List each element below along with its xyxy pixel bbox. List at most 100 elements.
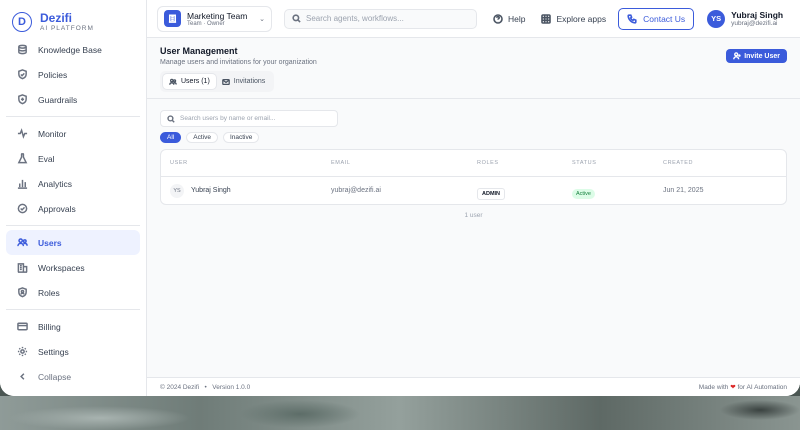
sidebar-item-label: Policies [38, 69, 68, 80]
page-header: User Management Manage users and invitat… [160, 45, 787, 66]
sidebar-item-label: Knowledge Base [38, 44, 102, 55]
sidebar-divider [6, 309, 140, 310]
current-user-email: yubraj@dezifi.ai [731, 20, 778, 27]
user-search[interactable] [160, 110, 338, 127]
column-header-roles[interactable]: ROLES [477, 160, 572, 166]
users-icon [169, 78, 177, 85]
collapse-sidebar-button[interactable]: Collapse [6, 364, 140, 389]
chevron-left-icon [20, 373, 25, 380]
current-user-name: Yubraj Singh [731, 10, 784, 20]
copyright: © 2024 Dezifi [160, 383, 200, 391]
filter-inactive[interactable]: Inactive [222, 132, 260, 143]
column-header-status[interactable]: STATUS [572, 160, 663, 166]
tab-users-label: Users (1) [181, 78, 210, 85]
sidebar-item-guardrails[interactable]: Guardrails [6, 87, 140, 112]
user-plus-icon [733, 52, 741, 60]
sidebar-item-label: Approvals [38, 203, 76, 214]
brand[interactable]: D Dezifi AI PLATFORM [0, 0, 146, 36]
column-header-email[interactable]: EMAIL [331, 160, 477, 166]
heart-icon: ❤ [730, 384, 736, 391]
tab-invitations-label: Invitations [233, 78, 266, 85]
main-area: Marketing Team Team · Owner ⌄ Help Explo… [147, 0, 800, 396]
roles-cell: ADMIN [477, 182, 572, 200]
table-header: USER EMAIL ROLES STATUS CREATED [161, 150, 786, 177]
help-button[interactable]: Help [493, 14, 525, 24]
global-search-input[interactable] [306, 14, 466, 23]
tab-bar: Users (1) Invitations [160, 71, 275, 92]
status-cell: Active [572, 182, 663, 200]
sidebar: D Dezifi AI PLATFORM Knowledge Base Poli… [0, 0, 147, 396]
tab-users[interactable]: Users (1) [163, 74, 216, 89]
sidebar-item-label: Analytics [38, 178, 73, 189]
gear-icon [17, 346, 28, 357]
sidebar-item-knowledge-base[interactable]: Knowledge Base [6, 37, 140, 62]
search-icon [292, 14, 301, 23]
contact-us-button[interactable]: Contact Us [618, 7, 695, 30]
footer-left: © 2024 Dezifi • Version 1.0.0 [160, 384, 250, 391]
sidebar-item-approvals[interactable]: Approvals [6, 196, 140, 221]
explore-apps-button[interactable]: Explore apps [541, 14, 606, 24]
table-row[interactable]: YS Yubraj Singh yubraj@dezifi.ai ADMIN A… [161, 177, 786, 204]
sidebar-item-label: Guardrails [38, 94, 78, 105]
filter-active[interactable]: Active [186, 132, 218, 143]
chevron-down-icon: ⌄ [259, 15, 265, 23]
brand-subtitle: AI PLATFORM [40, 25, 94, 32]
sidebar-divider [6, 225, 140, 226]
sidebar-item-users[interactable]: Users [6, 230, 140, 255]
role-badge: ADMIN [477, 187, 506, 200]
sidebar-item-label: Billing [38, 321, 61, 332]
status-filters: All Active Inactive [160, 132, 787, 143]
sidebar-item-label: Users [38, 237, 62, 248]
sidebar-item-workspaces[interactable]: Workspaces [6, 255, 140, 280]
sidebar-item-analytics[interactable]: Analytics [6, 171, 140, 196]
footer-separator: • [204, 383, 207, 391]
mail-icon [221, 78, 230, 85]
grid-icon [541, 13, 552, 24]
avatar: YS [170, 183, 184, 198]
user-menu[interactable]: YS Yubraj Singh yubraj@dezifi.ai [707, 9, 784, 28]
database-icon [18, 44, 27, 55]
brand-name: Dezifi [40, 11, 73, 25]
sidebar-item-policies[interactable]: Policies [6, 62, 140, 87]
sidebar-item-monitor[interactable]: Monitor [6, 121, 140, 146]
sidebar-item-label: Settings [38, 346, 69, 357]
activity-icon [17, 128, 28, 139]
filter-all[interactable]: All [160, 132, 182, 143]
sidebar-item-label: Monitor [38, 128, 67, 139]
background-photo [0, 396, 800, 430]
app-window: D Dezifi AI PLATFORM Knowledge Base Poli… [0, 0, 800, 396]
help-circle-icon [493, 13, 503, 24]
collapse-label: Collapse [38, 371, 72, 382]
user-email: yubraj@dezifi.ai [331, 187, 381, 194]
team-building-icon [164, 10, 181, 27]
dezifi-logo-icon: D [12, 12, 32, 32]
sidebar-item-roles[interactable]: Roles [6, 280, 140, 305]
topbar: Marketing Team Team · Owner ⌄ Help Explo… [147, 0, 800, 38]
tab-invitations[interactable]: Invitations [216, 74, 272, 89]
user-cell: YS Yubraj Singh [161, 183, 331, 198]
check-circle-icon [17, 203, 28, 214]
footer: © 2024 Dezifi • Version 1.0.0 Made with … [147, 377, 800, 396]
sidebar-divider [6, 116, 140, 117]
building-icon [17, 263, 28, 273]
sidebar-item-eval[interactable]: Eval [6, 146, 140, 171]
sidebar-nav: Knowledge Base Policies Guardrails Monit… [6, 37, 140, 389]
page-title: User Management [160, 46, 238, 56]
column-header-user[interactable]: USER [161, 160, 331, 166]
sidebar-item-label: Roles [38, 287, 60, 298]
version: Version 1.0.0 [212, 383, 251, 391]
user-name: Yubraj Singh [191, 187, 231, 194]
global-search[interactable] [284, 8, 477, 29]
sidebar-item-settings[interactable]: Settings [6, 339, 140, 364]
footer-right: Made with ❤ for AI Automation [699, 383, 787, 391]
bar-chart-icon [17, 179, 28, 189]
sidebar-item-billing[interactable]: Billing [6, 314, 140, 339]
sidebar-item-label: Workspaces [38, 262, 85, 273]
team-switcher[interactable]: Marketing Team Team · Owner ⌄ [157, 5, 272, 32]
user-search-input[interactable] [180, 115, 330, 122]
team-name: Marketing Team [187, 10, 248, 21]
section-divider [147, 98, 800, 99]
invite-user-button[interactable]: Invite User [726, 49, 787, 63]
search-icon [167, 114, 175, 123]
column-header-created[interactable]: CREATED [663, 160, 763, 166]
